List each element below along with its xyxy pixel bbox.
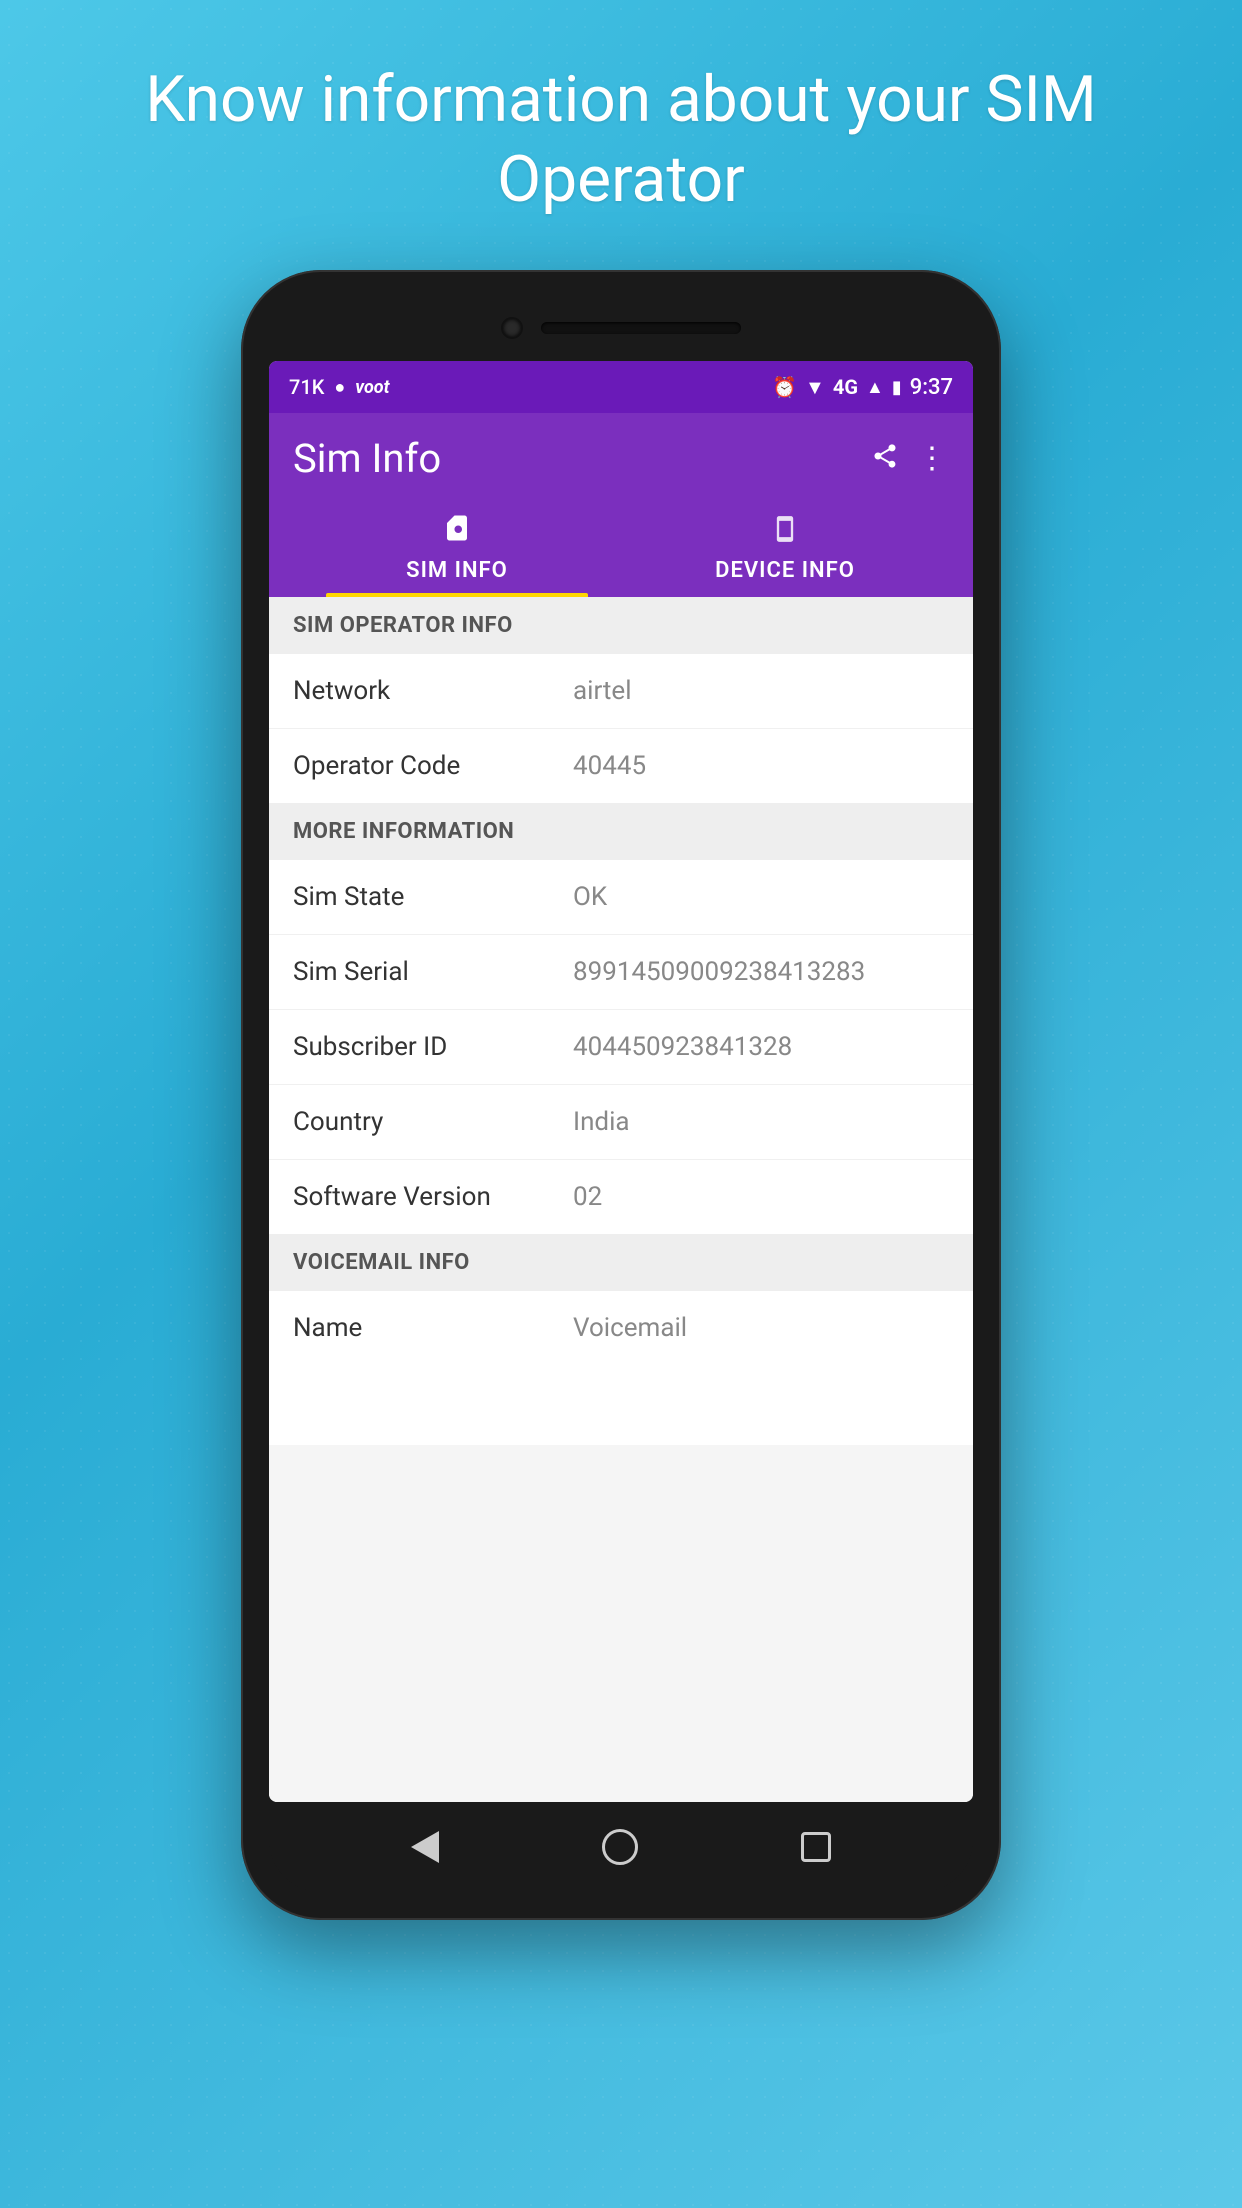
sim-info-tab-icon bbox=[442, 512, 472, 552]
signal-icon: ▲ bbox=[866, 377, 884, 398]
share-button[interactable] bbox=[871, 440, 899, 478]
app-bar-top: Sim Info ⋮ bbox=[293, 435, 949, 482]
row-sim-state: Sim State OK bbox=[269, 860, 973, 935]
status-bar-right: ⏰ ▼ 4G ▲ ▮ 9:37 bbox=[772, 375, 953, 400]
row-operator-code: Operator Code 40445 bbox=[269, 729, 973, 803]
voicemail-table: Name Voicemail bbox=[269, 1291, 973, 1365]
hero-title: Know information about your SIM Operator bbox=[0, 60, 1242, 220]
network-4g-label: 4G bbox=[833, 375, 858, 399]
section-header-sim-operator: SIM OPERATOR INFO bbox=[269, 597, 973, 654]
label-sim-state: Sim State bbox=[293, 882, 573, 912]
wifi-icon: ▼ bbox=[805, 375, 825, 400]
status-time: 9:37 bbox=[910, 375, 953, 400]
voot-icon: voot bbox=[355, 377, 389, 398]
label-network: Network bbox=[293, 676, 573, 706]
app-bar: Sim Info ⋮ bbox=[269, 413, 973, 597]
more-options-button[interactable]: ⋮ bbox=[917, 451, 949, 466]
row-sim-serial: Sim Serial 89914509009238413283 bbox=[269, 935, 973, 1010]
phone-camera bbox=[501, 317, 523, 339]
status-bar-left: 71K ● voot bbox=[289, 375, 390, 399]
label-sim-serial: Sim Serial bbox=[293, 957, 573, 987]
row-country: Country India bbox=[269, 1085, 973, 1160]
phone-mockup: 71K ● voot ⏰ ▼ 4G ▲ ▮ 9:37 Sim Info bbox=[241, 270, 1001, 1920]
tab-sim-info[interactable]: SIM INFO bbox=[293, 502, 621, 597]
alarm-icon: ⏰ bbox=[772, 375, 797, 399]
tab-bar: SIM INFO DEVICE INFO bbox=[293, 502, 949, 597]
label-operator-code: Operator Code bbox=[293, 751, 573, 781]
label-voicemail-name: Name bbox=[293, 1313, 573, 1343]
label-subscriber-id: Subscriber ID bbox=[293, 1032, 573, 1062]
phone-screen: 71K ● voot ⏰ ▼ 4G ▲ ▮ 9:37 Sim Info bbox=[269, 361, 973, 1802]
whatsapp-icon: ● bbox=[334, 377, 345, 398]
value-operator-code: 40445 bbox=[573, 751, 646, 781]
status-notification-count: 71K bbox=[289, 375, 324, 399]
app-bar-actions: ⋮ bbox=[871, 440, 949, 478]
phone-speaker bbox=[541, 322, 741, 334]
value-subscriber-id: 404450923841328 bbox=[573, 1032, 792, 1062]
row-voicemail-name: Name Voicemail bbox=[269, 1291, 973, 1365]
value-country: India bbox=[573, 1107, 630, 1137]
value-voicemail-name: Voicemail bbox=[573, 1313, 687, 1343]
home-button[interactable] bbox=[602, 1829, 638, 1865]
tab-sim-info-label: SIM INFO bbox=[406, 558, 508, 583]
recents-button[interactable] bbox=[801, 1832, 831, 1862]
more-info-table: Sim State OK Sim Serial 8991450900923841… bbox=[269, 860, 973, 1234]
value-software-version: 02 bbox=[573, 1182, 602, 1212]
label-country: Country bbox=[293, 1107, 573, 1137]
tab-device-info[interactable]: DEVICE INFO bbox=[621, 502, 949, 597]
app-title: Sim Info bbox=[293, 435, 441, 482]
phone-bottom-nav bbox=[269, 1802, 973, 1892]
device-info-tab-icon bbox=[771, 512, 799, 552]
label-software-version: Software Version bbox=[293, 1182, 573, 1212]
row-network: Network airtel bbox=[269, 654, 973, 729]
row-subscriber-id: Subscriber ID 404450923841328 bbox=[269, 1010, 973, 1085]
status-bar: 71K ● voot ⏰ ▼ 4G ▲ ▮ 9:37 bbox=[269, 361, 973, 413]
bottom-spacer bbox=[269, 1365, 973, 1445]
phone-top bbox=[269, 300, 973, 355]
value-sim-serial: 89914509009238413283 bbox=[573, 957, 865, 987]
row-software-version: Software Version 02 bbox=[269, 1160, 973, 1234]
content-area: SIM OPERATOR INFO Network airtel Operato… bbox=[269, 597, 973, 1802]
phone-shell: 71K ● voot ⏰ ▼ 4G ▲ ▮ 9:37 Sim Info bbox=[241, 270, 1001, 1920]
value-network: airtel bbox=[573, 676, 632, 706]
section-header-voicemail: VOICEMAIL INFO bbox=[269, 1234, 973, 1291]
battery-icon: ▮ bbox=[892, 377, 902, 398]
value-sim-state: OK bbox=[573, 882, 607, 912]
section-header-more-info: MORE INFORMATION bbox=[269, 803, 973, 860]
sim-operator-table: Network airtel Operator Code 40445 bbox=[269, 654, 973, 803]
tab-device-info-label: DEVICE INFO bbox=[715, 558, 855, 583]
back-button[interactable] bbox=[411, 1831, 439, 1863]
